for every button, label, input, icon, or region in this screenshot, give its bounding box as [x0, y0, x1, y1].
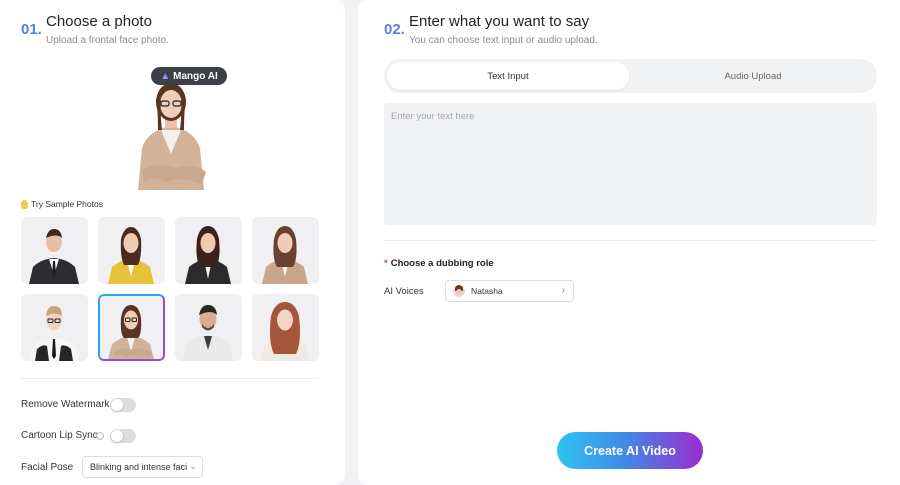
sample-photo-5[interactable]	[21, 294, 88, 361]
step2-title: Enter what you want to say	[409, 13, 590, 30]
step2-number: 02.	[384, 21, 405, 38]
voice-avatar	[453, 285, 465, 297]
step1-title: Choose a photo	[46, 13, 152, 30]
woman-beige-blazer-portrait-icon	[262, 226, 308, 284]
sample-photo-6-selected[interactable]	[98, 294, 165, 361]
tab-audio-upload[interactable]: Audio Upload	[632, 62, 874, 90]
voice-select[interactable]: Natasha ›	[445, 280, 574, 302]
chevron-down-icon: ⌄	[187, 461, 197, 472]
main-photo[interactable]	[128, 70, 214, 190]
sample-photos-grid	[21, 217, 321, 363]
mango-ai-badge: ▲ Mango AI	[151, 67, 227, 85]
text-input-area[interactable]	[384, 103, 877, 225]
try-sample-label: Try Sample Photos	[21, 199, 103, 209]
create-ai-video-button[interactable]: Create AI Video	[557, 432, 703, 469]
right-divider	[384, 240, 877, 241]
lightbulb-icon	[21, 199, 28, 209]
facial-pose-value: Blinking and intense facial	[90, 462, 195, 472]
input-mode-tabs: Text Input Audio Upload	[384, 59, 877, 93]
left-divider	[21, 378, 319, 379]
ai-voices-label: AI Voices	[384, 286, 424, 297]
dubbing-role-text: Choose a dubbing role	[390, 258, 494, 269]
facial-pose-select[interactable]: Blinking and intense facial ⌄	[82, 456, 203, 478]
sample-photo-4[interactable]	[252, 217, 319, 284]
try-sample-text: Try Sample Photos	[31, 199, 103, 209]
man-suit-portrait-icon	[29, 229, 79, 284]
main-photo-image	[138, 83, 206, 190]
facial-pose-label: Facial Pose	[21, 462, 74, 473]
step1-number: 01.	[21, 21, 42, 38]
man-white-suit-portrait-icon	[183, 305, 233, 361]
remove-watermark-label: Remove Watermark	[21, 399, 110, 410]
step2-subtitle: You can choose text input or audio uploa…	[409, 35, 598, 46]
required-star: *	[384, 258, 388, 269]
cartoon-lip-sync-label: Cartoon Lip Sync	[21, 430, 98, 441]
sample-photo-3[interactable]	[175, 217, 242, 284]
cartoon-lip-sync-toggle[interactable]	[110, 429, 136, 443]
woman-black-blazer-portrait-icon	[185, 226, 231, 284]
voice-name: Natasha	[471, 286, 503, 296]
info-icon[interactable]	[96, 432, 104, 440]
sample-photo-2[interactable]	[98, 217, 165, 284]
mango-logo-icon: ▲	[160, 70, 171, 82]
chevron-right-icon: ›	[561, 285, 565, 296]
step1-subtitle: Upload a frontal face photo.	[46, 35, 169, 46]
badge-label: Mango AI	[173, 70, 218, 82]
woman-glasses-tie-portrait-icon	[29, 306, 79, 361]
remove-watermark-toggle[interactable]	[110, 398, 136, 412]
tab-text-input[interactable]: Text Input	[387, 62, 629, 90]
woman-beige-blazer-glasses-portrait-icon	[108, 305, 154, 359]
sample-photo-8[interactable]	[252, 294, 319, 361]
woman-redhead-portrait-icon	[260, 302, 310, 361]
sample-photo-7[interactable]	[175, 294, 242, 361]
woman-yellow-jacket-portrait-icon	[108, 227, 154, 284]
dubbing-role-title: * Choose a dubbing role	[384, 258, 494, 269]
sample-photo-1[interactable]	[21, 217, 88, 284]
